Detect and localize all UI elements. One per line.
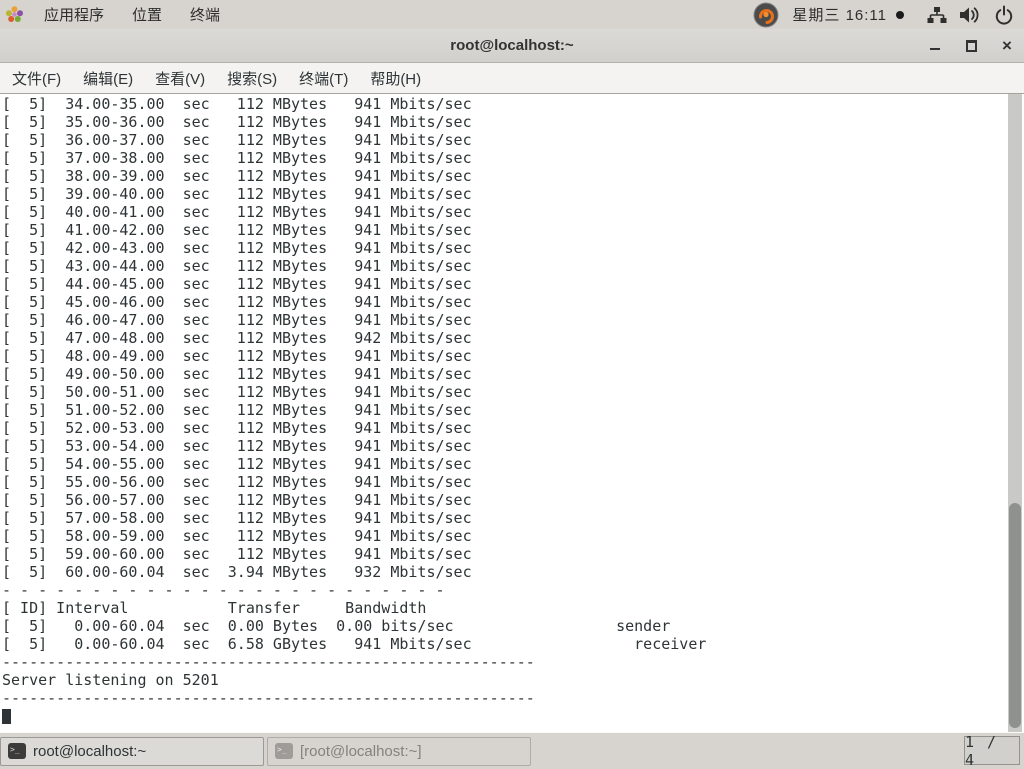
- minimize-icon: [930, 48, 940, 50]
- network-icon[interactable]: [927, 6, 947, 24]
- taskbar: >_ root@localhost:~ >_ [root@localhost:~…: [0, 732, 1024, 768]
- maximize-icon: [966, 40, 977, 52]
- volume-icon[interactable]: [959, 6, 982, 24]
- menu-view[interactable]: 查看(V): [144, 63, 216, 93]
- workspace-switcher[interactable]: 1 / 4: [964, 736, 1020, 765]
- power-icon[interactable]: [994, 5, 1014, 25]
- terminal-content-area[interactable]: [ 5] 34.00-35.00 sec 112 MBytes 941 Mbit…: [0, 94, 1024, 733]
- close-button[interactable]: ×: [1000, 39, 1014, 53]
- terminal-menubar: 文件(F) 编辑(E) 查看(V) 搜索(S) 终端(T) 帮助(H): [0, 63, 1024, 94]
- menu-help[interactable]: 帮助(H): [359, 63, 432, 93]
- top-panel: 应用程序 位置 终端 星期三 16:11: [0, 0, 1024, 30]
- terminal-cursor: [2, 709, 11, 724]
- panel-menu-terminal[interactable]: 终端: [176, 0, 234, 29]
- terminal-app-icon: >_: [275, 743, 293, 759]
- window-title: root@localhost:~: [450, 37, 573, 54]
- taskbar-window-label: [root@localhost:~]: [300, 743, 422, 760]
- panel-menu-applications[interactable]: 应用程序: [30, 0, 118, 29]
- panel-clock[interactable]: 星期三 16:11: [792, 4, 887, 25]
- menu-terminal[interactable]: 终端(T): [288, 63, 359, 93]
- applications-logo-icon[interactable]: [0, 5, 30, 24]
- taskbar-window-label: root@localhost:~: [33, 743, 146, 760]
- menu-edit[interactable]: 编辑(E): [72, 63, 144, 93]
- taskbar-window-button-minimized[interactable]: >_ [root@localhost:~]: [267, 737, 531, 766]
- notification-badge-icon[interactable]: [753, 2, 779, 28]
- scrollbar-thumb[interactable]: [1009, 503, 1021, 728]
- menu-search[interactable]: 搜索(S): [216, 63, 288, 93]
- scrollbar-track[interactable]: [1008, 94, 1022, 733]
- maximize-button[interactable]: [964, 39, 978, 53]
- panel-menus: 应用程序 位置 终端: [0, 0, 234, 29]
- taskbar-window-button-active[interactable]: >_ root@localhost:~: [0, 737, 264, 766]
- menu-file[interactable]: 文件(F): [1, 63, 72, 93]
- window-titlebar[interactable]: root@localhost:~ ×: [0, 29, 1024, 63]
- terminal-output: [ 5] 34.00-35.00 sec 112 MBytes 941 Mbit…: [0, 94, 1024, 707]
- minimize-button[interactable]: [928, 39, 942, 53]
- terminal-app-icon: >_: [8, 743, 26, 759]
- notification-dot-icon: [896, 11, 904, 19]
- panel-menu-places[interactable]: 位置: [118, 0, 176, 29]
